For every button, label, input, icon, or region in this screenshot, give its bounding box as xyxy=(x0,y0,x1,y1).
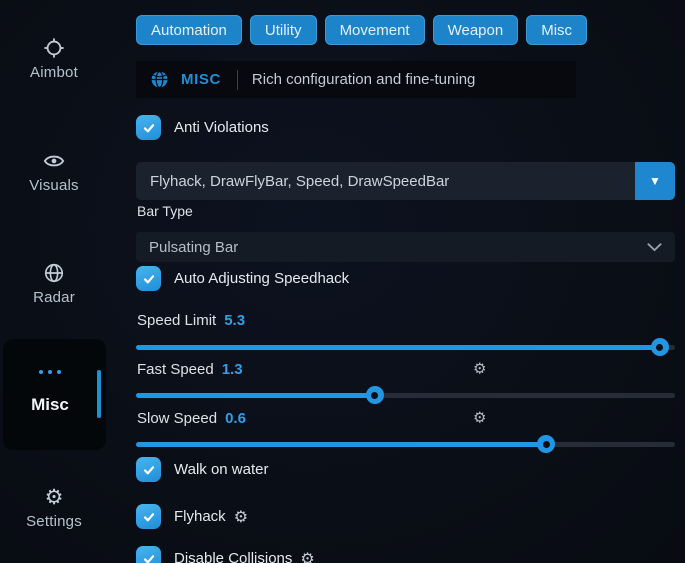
bar-type-selected-value: Pulsating Bar xyxy=(149,239,238,256)
speed-limit-label: Speed Limit xyxy=(137,312,216,329)
slow-speed-label: Slow Speed xyxy=(137,410,217,427)
anti-violations-label: Anti Violations xyxy=(174,119,269,136)
walk-on-water-label: Walk on water xyxy=(174,461,268,478)
crosshair-icon xyxy=(0,36,108,60)
disable-collisions-checkbox[interactable] xyxy=(136,546,161,563)
sidebar-item-misc-selected[interactable]: Misc xyxy=(3,339,106,450)
section-subtitle: Rich configuration and fine-tuning xyxy=(252,71,475,88)
fast-speed-value: 1.3 xyxy=(222,361,243,378)
disable-collisions-label: Disable Collisions xyxy=(174,550,292,563)
speed-limit-label-row: Speed Limit 5.3 xyxy=(137,310,675,330)
flyhack-gear-icon[interactable]: ⚙ xyxy=(234,509,248,525)
sidebar-label: Aimbot xyxy=(0,64,108,81)
slider-fill xyxy=(136,442,546,447)
anti-violations-checkbox[interactable] xyxy=(136,115,161,140)
auto-adjusting-speedhack-checkbox[interactable] xyxy=(136,266,161,291)
sidebar-item-aimbot[interactable]: Aimbot xyxy=(0,36,108,81)
slow-speed-label-row: Slow Speed 0.6 ⚙ xyxy=(137,408,675,428)
active-indicator-bar xyxy=(97,370,101,418)
slider-fill xyxy=(136,345,660,350)
bar-type-select[interactable]: Pulsating Bar xyxy=(136,232,675,262)
flyhack-checkbox[interactable] xyxy=(136,504,161,529)
walk-on-water-checkbox[interactable] xyxy=(136,457,161,482)
sidebar-label: Misc xyxy=(3,395,97,415)
flyhack-label: Flyhack xyxy=(174,508,226,525)
fast-speed-gear-icon[interactable]: ⚙ xyxy=(473,362,486,377)
walk-on-water-row: Walk on water xyxy=(136,457,268,482)
slow-speed-value: 0.6 xyxy=(225,410,246,427)
slider-thumb[interactable] xyxy=(537,435,555,453)
fast-speed-slider[interactable] xyxy=(136,386,675,404)
slow-speed-slider[interactable] xyxy=(136,435,675,453)
gear-icon: ⚙ xyxy=(0,485,108,509)
section-header: MISC Rich configuration and fine-tuning xyxy=(136,61,576,98)
anti-violations-row: Anti Violations xyxy=(136,115,269,140)
sidebar-item-visuals[interactable]: Visuals xyxy=(0,149,108,194)
tab-misc[interactable]: Misc xyxy=(526,15,587,45)
sidebar-label: Radar xyxy=(0,289,108,306)
auto-adjusting-speedhack-row: Auto Adjusting Speedhack xyxy=(136,266,349,291)
tab-automation[interactable]: Automation xyxy=(136,15,242,45)
eye-icon xyxy=(0,149,108,173)
flyhack-row: Flyhack ⚙ xyxy=(136,504,248,529)
bars-multiselect: Flyhack, DrawFlyBar, Speed, DrawSpeedBar… xyxy=(136,162,675,200)
tab-movement[interactable]: Movement xyxy=(325,15,425,45)
slider-thumb[interactable] xyxy=(651,338,669,356)
tab-utility[interactable]: Utility xyxy=(250,15,317,45)
checkmark-icon xyxy=(142,510,156,524)
ellipsis-icon xyxy=(3,370,97,374)
dropdown-arrow-icon: ▼ xyxy=(649,174,661,188)
slow-speed-gear-icon[interactable]: ⚙ xyxy=(473,411,486,426)
globe-icon xyxy=(150,70,169,89)
divider xyxy=(237,70,238,90)
disable-collisions-row: Disable Collisions ⚙ xyxy=(136,546,315,563)
fast-speed-label: Fast Speed xyxy=(137,361,214,378)
checkmark-icon xyxy=(142,121,156,135)
slider-fill xyxy=(136,393,375,398)
sidebar-label: Settings xyxy=(0,513,108,530)
misc-panel: Automation Utility Movement Weapon Misc … xyxy=(136,0,675,563)
speed-limit-value: 5.3 xyxy=(224,312,245,329)
checkmark-icon xyxy=(142,272,156,286)
sidebar-item-radar[interactable]: Radar xyxy=(0,261,108,306)
checkmark-icon xyxy=(142,552,156,563)
tab-weapon[interactable]: Weapon xyxy=(433,15,519,45)
category-tabs: Automation Utility Movement Weapon Misc xyxy=(136,15,587,45)
chevron-down-icon xyxy=(647,243,662,252)
slider-thumb[interactable] xyxy=(366,386,384,404)
globe-icon xyxy=(0,261,108,285)
sidebar-label: Visuals xyxy=(0,177,108,194)
section-title: MISC xyxy=(181,71,221,88)
disable-collisions-gear-icon[interactable]: ⚙ xyxy=(300,551,314,563)
speed-limit-slider[interactable] xyxy=(136,338,675,356)
dropdown-arrow-button[interactable]: ▼ xyxy=(635,162,675,200)
sidebar-item-settings[interactable]: ⚙ Settings xyxy=(0,485,108,530)
auto-adjusting-speedhack-label: Auto Adjusting Speedhack xyxy=(174,270,349,287)
fast-speed-label-row: Fast Speed 1.3 ⚙ xyxy=(137,359,675,379)
checkmark-icon xyxy=(142,463,156,477)
bars-multiselect-value[interactable]: Flyhack, DrawFlyBar, Speed, DrawSpeedBar xyxy=(136,162,635,200)
sidebar: Aimbot Visuals Radar Misc ⚙ Settings xyxy=(0,0,130,563)
bar-type-label: Bar Type xyxy=(137,203,193,219)
